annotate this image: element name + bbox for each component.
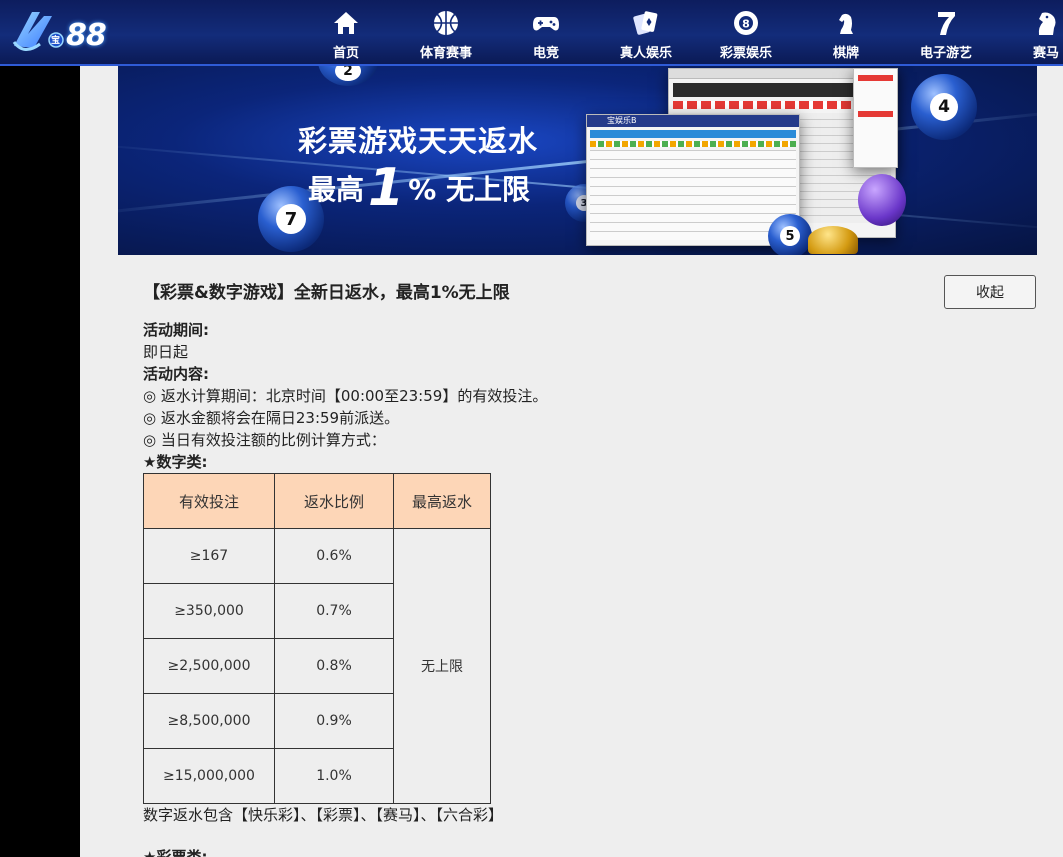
nav-item-label: 棋牌 xyxy=(832,46,859,61)
nav-item-live-casino[interactable]: 真人娱乐 xyxy=(596,0,696,66)
main-nav: 首页 体育赛事 电竞 真人娱乐 8 彩票娱乐 棋牌 电子游艺 赛马 xyxy=(296,0,1063,66)
nav-item-lottery[interactable]: 8 彩票娱乐 xyxy=(696,0,796,66)
nav-item-label: 电竞 xyxy=(532,46,559,61)
site-logo[interactable]: 宝 88 xyxy=(10,4,120,62)
table-cell-bet: ≥167 xyxy=(143,528,275,584)
slot-seven-icon xyxy=(931,8,961,38)
ball-number: 4 xyxy=(930,93,958,121)
nav-item-label: 体育赛事 xyxy=(419,46,472,61)
svg-text:8: 8 xyxy=(742,18,750,31)
table-cell-rate: 0.9% xyxy=(274,693,394,749)
lottery-ball-image: 5 xyxy=(768,214,812,255)
table-cell-bet: ≥15,000,000 xyxy=(143,748,275,804)
digital-footnote: 数字返水包含【快乐彩】、【彩票】、【赛马】、【六合彩】 xyxy=(143,806,504,824)
table-cell-bet: ≥8,500,000 xyxy=(143,693,275,749)
table-cell-bet: ≥350,000 xyxy=(143,583,275,639)
chess-knight-icon xyxy=(831,8,861,38)
table-cell-bet: ≥2,500,000 xyxy=(143,638,275,694)
lottery-screenshot-front: 宝娱乐B xyxy=(586,114,800,246)
promo-content: 7 2 4 3 彩票游戏天天返水 最高1% 无上限 宝娱乐B 5 【彩票&数字游… xyxy=(80,66,1063,857)
nav-item-label: 赛马 xyxy=(1032,46,1059,61)
content-item: ◎ 返水计算期间：北京时间【00:00至23:59】的有效投注。 xyxy=(143,387,548,405)
nav-item-esports[interactable]: 电竞 xyxy=(496,0,596,66)
nav-item-horse-racing[interactable]: 赛马 xyxy=(996,0,1063,66)
table-row: ≥167 0.6% 无上限 xyxy=(143,528,491,804)
table-header-row: 有效投注 返水比例 最高返水 xyxy=(143,473,491,529)
basketball-icon xyxy=(431,8,461,38)
nav-item-chess[interactable]: 棋牌 xyxy=(796,0,896,66)
table-header-cell: 返水比例 xyxy=(274,473,394,529)
banner-sub-prefix: 最高 xyxy=(308,173,365,206)
table-cell-rate: 0.6% xyxy=(274,528,394,584)
left-gutter xyxy=(0,66,80,857)
home-icon xyxy=(331,8,361,38)
gamepad-icon xyxy=(531,8,561,38)
lottery-screenshot-side xyxy=(853,68,898,168)
lottery-category-label: ★彩票类: xyxy=(143,848,208,857)
promo-details: 活动期间: 即日起 活动内容: ◎ 返水计算期间：北京时间【00:00至23:5… xyxy=(143,319,963,473)
lottery-ball-icon: 8 xyxy=(731,8,761,38)
period-label: 活动期间: xyxy=(143,321,209,339)
nav-item-slots[interactable]: 电子游艺 xyxy=(896,0,996,66)
nav-item-label: 真人娱乐 xyxy=(619,46,672,61)
logo-number-text: 88 xyxy=(66,18,107,53)
content-item: ◎ 返水金额将会在隔日23:59前派送。 xyxy=(143,409,400,427)
lottery-ball-purple-image xyxy=(858,174,906,226)
lottery-ball-image: 4 xyxy=(911,74,977,140)
table-cell-rate: 0.8% xyxy=(274,638,394,694)
nav-item-label: 电子游艺 xyxy=(919,46,972,61)
ball-number: 7 xyxy=(276,204,306,234)
banner-sub-suffix: % 无上限 xyxy=(408,173,531,206)
nav-item-label: 首页 xyxy=(332,46,359,61)
top-navigation-bar: 宝 88 首页 体育赛事 电竞 真人娱乐 8 彩票娱乐 棋牌 电子游艺 赛马 xyxy=(0,0,1063,66)
promo-banner[interactable]: 7 2 4 3 彩票游戏天天返水 最高1% 无上限 宝娱乐B 5 xyxy=(118,66,1037,255)
promo-title: 【彩票&数字游戏】全新日返水，最高1%无上限 xyxy=(143,283,510,303)
content-item: ◎ 当日有效投注额的比例计算方式： xyxy=(143,431,386,449)
gold-coins-image xyxy=(808,226,858,254)
table-header-cell: 最高返水 xyxy=(393,473,491,529)
horse-icon xyxy=(1031,8,1061,38)
rebate-table: 有效投注 返水比例 最高返水 ≥167 0.6% 无上限 ≥350,000 0.… xyxy=(143,473,491,804)
table-cell-max: 无上限 xyxy=(393,528,491,804)
nav-item-sports[interactable]: 体育赛事 xyxy=(396,0,496,66)
collapse-button[interactable]: 收起 xyxy=(944,275,1036,309)
digital-category-label: ★数字类: xyxy=(143,453,208,471)
nav-item-home[interactable]: 首页 xyxy=(296,0,396,66)
cards-icon xyxy=(631,8,661,38)
logo-small-text: 宝 xyxy=(51,36,61,46)
table-header-cell: 有效投注 xyxy=(143,473,275,529)
banner-subheadline: 最高1% 无上限 xyxy=(308,158,530,218)
lottery-ball-image: 2 xyxy=(318,66,378,86)
banner-headline: 彩票游戏天天返水 xyxy=(298,124,539,158)
banner-sub-big: 1 xyxy=(368,158,405,218)
period-value: 即日起 xyxy=(143,343,189,361)
screenshot-brand: 宝娱乐B xyxy=(587,115,799,127)
ball-number: 2 xyxy=(335,66,361,81)
nav-item-label: 彩票娱乐 xyxy=(719,46,772,61)
content-label: 活动内容: xyxy=(143,365,209,383)
table-cell-rate: 0.7% xyxy=(274,583,394,639)
table-cell-rate: 1.0% xyxy=(274,748,394,804)
ball-number: 5 xyxy=(780,226,800,246)
